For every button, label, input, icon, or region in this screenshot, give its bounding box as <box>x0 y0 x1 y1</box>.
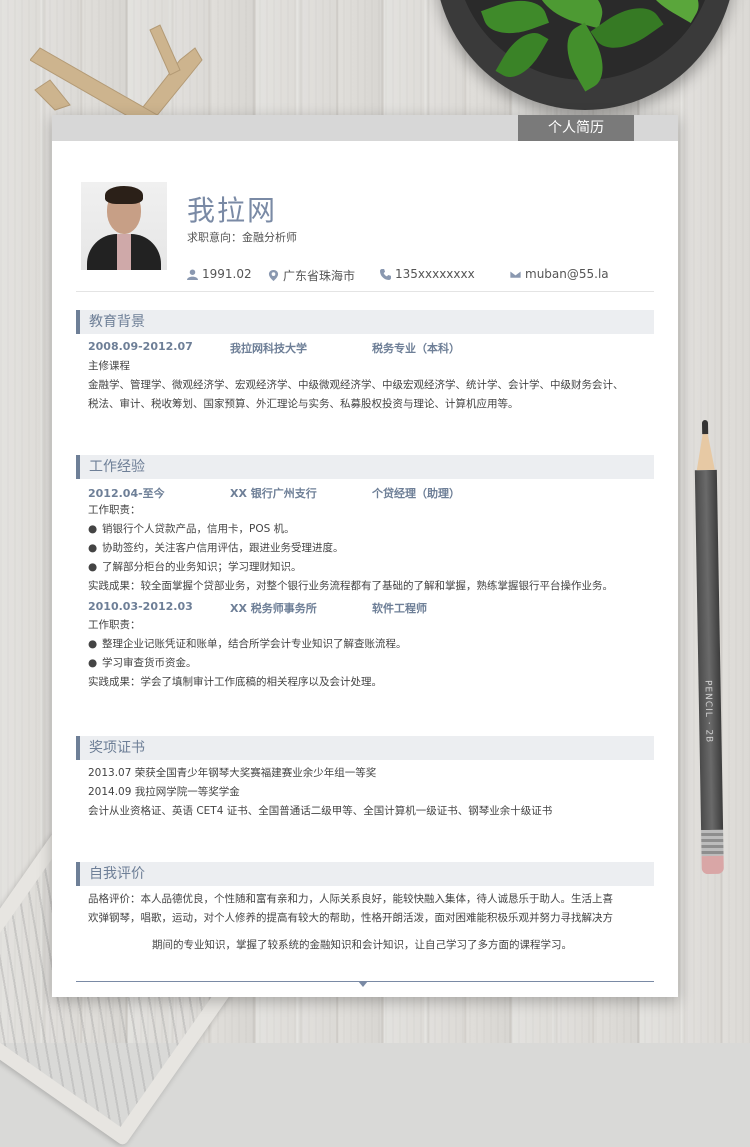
self-eval-section: 自我评价 品格评价：本人品德优良，个性随和富有亲和力，人际关系良好，能较快融入集… <box>76 862 654 955</box>
self-eval-line3: 期间的专业知识，掌握了较系统的金融知识和会计知识，让自己学习了多方面的课程学习。 <box>152 939 572 951</box>
avatar <box>81 182 167 270</box>
job-result: 实践成果：学会了填制审计工作底稿的相关程序以及会计处理。 <box>88 676 382 688</box>
self-eval-line1: 品格评价：本人品德优良，个性随和富有亲和力，人际关系良好，能较快融入集体，待人诚… <box>88 893 613 905</box>
education-major: 税务专业（本科） <box>372 342 460 355</box>
list-item: 2014.09 我拉网学院一等奖学金 <box>88 786 240 798</box>
list-item: ● 整理企业记账凭证和账单，结合所学会计专业知识了解查账流程。 <box>88 638 407 650</box>
birth-value: 1991.02 <box>202 267 252 281</box>
course-label: 主修课程 <box>88 360 130 372</box>
phone-icon <box>380 268 391 280</box>
location-value: 广东省珠海市 <box>283 269 356 283</box>
job-result: 实践成果：较全面掌握个贷部业务，对整个银行业务流程都有了基础的了解和掌握，熟练掌… <box>88 580 613 592</box>
email-value: muban@55.la <box>525 267 609 281</box>
education-period: 2008.09-2012.07 <box>88 340 193 353</box>
envelope-icon <box>510 269 521 279</box>
job-row-1: 2012.04-至今 XX 银行广州支行 个贷经理（助理） <box>76 485 654 501</box>
duty-label: 工作职责： <box>88 619 141 631</box>
list-item: ● 协助签约，关注客户信用评估，跟进业务受理进度。 <box>88 542 344 554</box>
candidate-name: 我拉网 <box>187 194 278 227</box>
courses-line2: 税法、审计、税收筹划、国家预算、外汇理论与实务、私募股权投资与理论、计算机应用等… <box>88 398 519 410</box>
job-row-2: 2010.03-2012.03 XX 税务师事务所 软件工程师 <box>76 600 654 616</box>
list-item: ● 了解部分柜台的业务知识；学习理财知识。 <box>88 561 302 573</box>
education-school: 我拉网科技大学 <box>230 342 307 355</box>
job-role: 个贷经理（助理） <box>372 487 460 500</box>
location-pin-icon <box>268 270 279 281</box>
self-eval-line2: 欢弹钢琴，唱歌，运动，对个人修养的提高有较大的帮助，性格开朗活泼，面对困难能积极… <box>88 912 613 924</box>
job-company: XX 银行广州支行 <box>230 487 317 500</box>
doc-label: 个人简历 <box>518 115 634 141</box>
list-item: 2013.07 荣获全国青少年钢琴大奖赛福建赛业余少年组一等奖 <box>88 767 377 779</box>
job-period: 2010.03-2012.03 <box>88 600 193 613</box>
footer-marker <box>358 981 368 987</box>
education-section: 教育背景 2008.09-2012.07 我拉网科技大学 税务专业（本科） 主修… <box>76 310 654 414</box>
job-company: XX 税务师事务所 <box>230 602 317 615</box>
courses-line1: 金融学、管理学、微观经济学、宏观经济学、中级微观经济学、中级宏观经济学、统计学、… <box>88 379 624 391</box>
job-intent: 求职意向：金融分析师 <box>187 231 297 244</box>
work-section: 工作经验 2012.04-至今 XX 银行广州支行 个贷经理（助理） 工作职责：… <box>76 455 654 692</box>
self-eval-title: 自我评价 <box>76 862 654 886</box>
person-icon <box>187 268 198 280</box>
job-role: 软件工程师 <box>372 602 427 615</box>
pencil-brand: PENCIL · 2B <box>702 679 714 744</box>
list-item: ● 销银行个人贷款产品，信用卡，POS 机。 <box>88 523 295 535</box>
list-item: ● 学习审查货币资金。 <box>88 657 197 669</box>
job-period: 2012.04-至今 <box>88 487 165 500</box>
education-row: 2008.09-2012.07 我拉网科技大学 税务专业（本科） <box>76 340 654 356</box>
resume-paper: 个人简历 我拉网 求职意向：金融分析师 1991.02 广东省珠海市 135xx… <box>52 115 678 997</box>
education-title: 教育背景 <box>76 310 654 334</box>
awards-section: 奖项证书 2013.07 荣获全国青少年钢琴大奖赛福建赛业余少年组一等奖 201… <box>76 736 654 821</box>
duty-label: 工作职责： <box>88 504 141 516</box>
list-item: 会计从业资格证、英语 CET4 证书、全国普通话二级甲等、全国计算机一级证书、钢… <box>88 805 553 817</box>
header-divider <box>76 291 654 292</box>
work-title: 工作经验 <box>76 455 654 479</box>
email-info: muban@55.la <box>510 267 609 281</box>
birth-info: 1991.02 <box>187 267 252 281</box>
awards-title: 奖项证书 <box>76 736 654 760</box>
phone-value: 135xxxxxxxx <box>395 267 475 281</box>
location-info: 广东省珠海市 <box>268 267 355 284</box>
phone-info: 135xxxxxxxx <box>380 267 475 281</box>
